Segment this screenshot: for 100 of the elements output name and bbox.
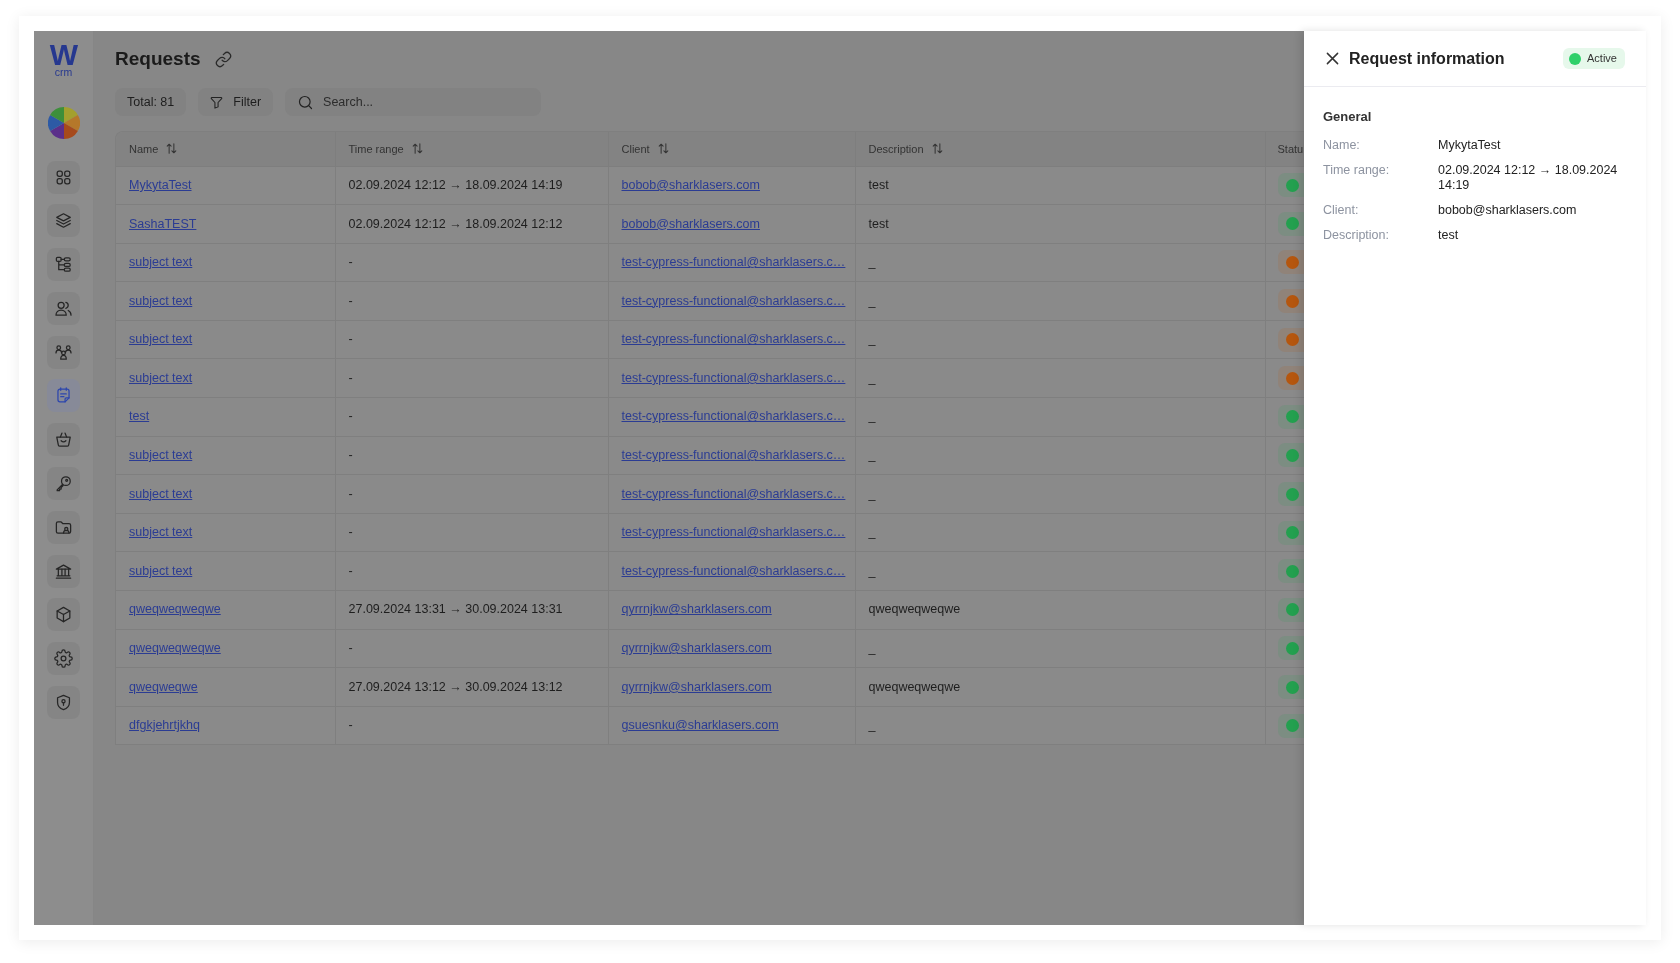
client-email-link[interactable]: bobob@sharklasers.com: [621, 216, 760, 231]
sidebar-nav-button[interactable]: [47, 554, 80, 588]
request-name-link[interactable]: subject text: [129, 332, 193, 347]
description-cell: _: [855, 629, 1265, 668]
color-wheel-icon[interactable]: [47, 107, 80, 139]
field-label: Description:: [1323, 227, 1390, 243]
close-icon[interactable]: [1326, 52, 1339, 65]
section-heading: General: [1323, 109, 1373, 125]
time-range-cell: -: [335, 436, 608, 475]
client-email-link[interactable]: bobob@sharklasers.com: [621, 177, 760, 192]
time-range-cell: -: [335, 706, 608, 745]
request-name-link[interactable]: qweqweqwe: [129, 679, 198, 694]
basket-icon: [54, 430, 73, 450]
hierarchy-icon: [54, 255, 73, 275]
sidebar-nav-button[interactable]: [47, 510, 80, 544]
field-value: test: [1438, 227, 1460, 243]
key-icon: [54, 474, 73, 494]
time-range-cell: -: [335, 358, 608, 398]
description-cell: _: [855, 243, 1265, 282]
time-range-cell: -: [335, 474, 608, 514]
search-field[interactable]: Search...: [285, 88, 542, 116]
field-value: MykytaTest: [1438, 137, 1502, 153]
sidebar-nav-button[interactable]: [47, 598, 80, 632]
request-name-link[interactable]: subject text: [129, 370, 193, 385]
filter-button[interactable]: Filter: [198, 88, 274, 116]
request-name-link[interactable]: dfgkjehrtjkhq: [129, 718, 200, 733]
description-cell: test: [855, 204, 1265, 244]
description-cell: _: [855, 706, 1265, 745]
sidebar-nav-button[interactable]: [47, 335, 80, 369]
client-email-link[interactable]: test-cypress-functional@sharklasers.c…: [621, 525, 846, 540]
client-email-link[interactable]: qyrrnjkw@sharklasers.com: [621, 602, 772, 617]
description-cell: _: [855, 358, 1265, 398]
column-label: Name: [129, 142, 159, 155]
sidebar-nav-button[interactable]: [47, 423, 80, 457]
description-cell: _: [855, 474, 1265, 514]
filter-icon: [209, 94, 225, 110]
description-cell: _: [855, 551, 1265, 591]
client-email-link[interactable]: test-cypress-functional@sharklasers.c…: [621, 293, 846, 308]
client-email-link[interactable]: test-cypress-functional@sharklasers.c…: [621, 448, 846, 463]
client-email-link[interactable]: test-cypress-functional@sharklasers.c…: [621, 332, 846, 347]
request-name-link[interactable]: test: [129, 409, 150, 424]
status-dot-icon: [1569, 52, 1582, 65]
logo-mark: W: [49, 37, 78, 67]
sidebar-nav-button[interactable]: [47, 160, 80, 194]
layers-icon: [54, 211, 73, 231]
sidebar-nav-button[interactable]: [47, 642, 80, 676]
cube-icon: [54, 605, 73, 625]
description-cell: _: [855, 436, 1265, 475]
sidebar-nav-button[interactable]: [47, 248, 80, 282]
column-label: Statu: [1277, 142, 1304, 155]
sidebar-nav-button[interactable]: [47, 467, 80, 501]
request-name-link[interactable]: MykytaTest: [129, 177, 192, 192]
request-name-link[interactable]: subject text: [129, 255, 193, 270]
sort-icon[interactable]: [411, 142, 423, 154]
search-input[interactable]: Search...: [323, 92, 524, 112]
description-cell: _: [855, 397, 1265, 437]
client-email-link[interactable]: test-cypress-functional@sharklasers.c…: [621, 563, 846, 578]
client-email-link[interactable]: test-cypress-functional@sharklasers.c…: [621, 255, 846, 270]
client-email-link[interactable]: test-cypress-functional@sharklasers.c…: [621, 409, 846, 424]
total-count: Total: 81: [115, 88, 187, 116]
sidebar-nav-button[interactable]: [47, 204, 80, 238]
description-cell: qweqweqweqwe: [855, 667, 1265, 707]
column-label: Description: [868, 142, 924, 155]
client-email-link[interactable]: test-cypress-functional@sharklasers.c…: [621, 486, 846, 501]
time-range-cell: 02.09.2024 12:12 → 18.09.2024 14:19: [335, 166, 608, 205]
sidebar-nav-button[interactable]: [47, 686, 80, 720]
request-name-link[interactable]: subject text: [129, 293, 193, 308]
request-name-link[interactable]: qweqweqweqwe: [129, 602, 221, 617]
logo-caption: crm: [54, 67, 73, 77]
sort-icon[interactable]: [657, 142, 669, 154]
client-email-link[interactable]: qyrrnjkw@sharklasers.com: [621, 641, 772, 656]
request-name-link[interactable]: subject text: [129, 486, 193, 501]
description-cell: qweqweqweqwe: [855, 590, 1265, 630]
page-title: Requests: [115, 47, 201, 71]
client-email-link[interactable]: qyrrnjkw@sharklasers.com: [621, 679, 772, 694]
request-name-link[interactable]: SashaTEST: [129, 216, 197, 231]
time-range-cell: 27.09.2024 13:31 → 30.09.2024 13:31: [335, 590, 608, 630]
client-email-link[interactable]: test-cypress-functional@sharklasers.c…: [621, 370, 846, 385]
sidebar-nav-button[interactable]: [47, 291, 80, 325]
description-cell: test: [855, 166, 1265, 205]
column-label: Client: [621, 142, 650, 155]
time-range-cell: -: [335, 243, 608, 282]
column-label: Time range: [348, 142, 404, 155]
sort-icon[interactable]: [931, 142, 943, 154]
shield-icon: [54, 693, 73, 713]
description-cell: _: [855, 320, 1265, 359]
sort-icon[interactable]: [166, 142, 178, 154]
request-name-link[interactable]: subject text: [129, 563, 193, 578]
request-name-link[interactable]: qweqweqweqwe: [129, 641, 221, 656]
time-range-cell: -: [335, 397, 608, 437]
time-range-cell: -: [335, 320, 608, 359]
gear-icon: [54, 649, 73, 669]
time-range-cell: -: [335, 513, 608, 552]
time-range-cell: 02.09.2024 12:12 → 18.09.2024 12:12: [335, 204, 608, 244]
field-label: Time range:: [1323, 162, 1391, 179]
link-icon[interactable]: [214, 50, 232, 68]
client-email-link[interactable]: gsuesnku@sharklasers.com: [621, 718, 779, 733]
request-name-link[interactable]: subject text: [129, 525, 193, 540]
request-name-link[interactable]: subject text: [129, 448, 193, 463]
drawer-title: Request information: [1349, 48, 1505, 69]
